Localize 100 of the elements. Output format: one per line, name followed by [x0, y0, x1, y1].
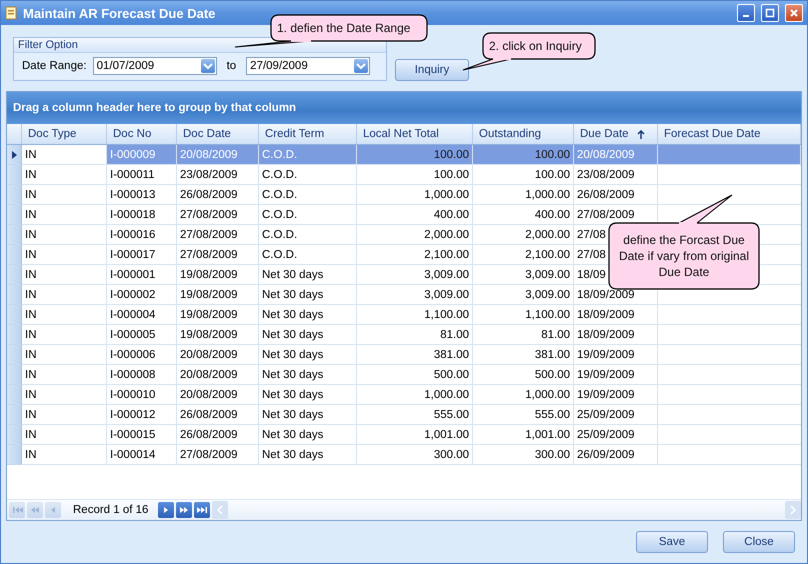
table-cell: 1,000.00 [357, 185, 473, 205]
scroll-right-button[interactable] [785, 501, 801, 519]
table-cell: 3,009.00 [357, 285, 473, 305]
table-cell: 19/08/2009 [177, 305, 259, 325]
table-cell: 1,001.00 [357, 425, 473, 445]
date-to-field[interactable]: 27/09/2009 [246, 57, 370, 75]
table-cell: 26/09/2009 [574, 445, 658, 465]
column-header[interactable]: Doc Date [177, 124, 259, 144]
table-cell: 2,100.00 [357, 245, 473, 265]
table-cell: I-000001 [107, 265, 177, 285]
date-from-field[interactable]: 01/07/2009 [92, 57, 217, 75]
minimize-icon [743, 15, 749, 17]
table-cell: 26/08/2009 [177, 425, 259, 445]
table-cell: 18/09/2009 [574, 325, 658, 345]
table-cell: I-000018 [107, 205, 177, 225]
next-record-button[interactable] [158, 502, 174, 518]
last-arrow-icon [196, 504, 208, 516]
save-button[interactable]: Save [636, 531, 708, 553]
column-header[interactable]: Doc No [107, 124, 177, 144]
table-cell: 81.00 [473, 325, 574, 345]
table-cell: IN [22, 385, 107, 405]
table-cell: 1,000.00 [473, 385, 574, 405]
table-cell: 300.00 [357, 445, 473, 465]
maximize-button[interactable] [761, 4, 779, 22]
table-cell: I-000009 [107, 145, 177, 165]
close-icon [789, 8, 799, 18]
group-by-hint: Drag a column header here to group by that column [13, 102, 296, 114]
table-cell: 500.00 [357, 365, 473, 385]
table-cell: 500.00 [473, 365, 574, 385]
table-cell: I-000010 [107, 385, 177, 405]
table-cell: 26/08/2009 [177, 185, 259, 205]
table-cell: I-000015 [107, 425, 177, 445]
inquiry-button[interactable]: Inquiry [395, 59, 469, 81]
table-cell: 18/09/2009 [574, 305, 658, 325]
table-cell: IN [22, 325, 107, 345]
column-header[interactable]: Due Date [574, 124, 658, 144]
table-cell: I-000011 [107, 165, 177, 185]
table-cell: IN [22, 205, 107, 225]
table-cell: C.O.D. [259, 165, 357, 185]
group-title: Filter Option [14, 38, 386, 53]
table-cell: I-000002 [107, 285, 177, 305]
table-cell: C.O.D. [259, 205, 357, 225]
table-cell: C.O.D. [259, 185, 357, 205]
table-cell: Net 30 days [259, 365, 357, 385]
maximize-icon [765, 8, 775, 18]
table-cell: I-000013 [107, 185, 177, 205]
table-cell: 100.00 [473, 145, 574, 165]
table-cell: 2,000.00 [473, 225, 574, 245]
table-cell: IN [22, 365, 107, 385]
date-range-label: Date Range: [22, 60, 87, 72]
table-cell: 3,009.00 [473, 285, 574, 305]
to-label: to [226, 60, 238, 72]
table-cell: I-000016 [107, 225, 177, 245]
table-cell: 555.00 [473, 405, 574, 425]
dropdown-icon[interactable] [200, 59, 215, 73]
table-cell: IN [22, 405, 107, 425]
table-cell: 19/08/2009 [177, 325, 259, 345]
table-cell: 19/09/2009 [574, 345, 658, 365]
dropdown-icon[interactable] [354, 59, 368, 73]
table-cell: 20/08/2009 [177, 145, 259, 165]
current-row-icon [12, 150, 16, 158]
column-header[interactable]: Outstanding [473, 124, 574, 144]
table-cell: IN [22, 345, 107, 365]
callout-text: 1. defien the Date Range [277, 20, 410, 36]
table-cell: Net 30 days [259, 385, 357, 405]
table-cell: 400.00 [357, 205, 473, 225]
table-cell: 400.00 [473, 205, 574, 225]
table-cell: 1,001.00 [473, 425, 574, 445]
column-header[interactable]: Doc Type [22, 124, 107, 144]
table-cell: Net 30 days [259, 305, 357, 325]
table-cell: C.O.D. [259, 245, 357, 265]
column-header[interactable]: Credit Term [259, 124, 357, 144]
minimize-button[interactable] [737, 4, 755, 22]
table-cell: IN [22, 445, 107, 465]
table-cell: I-000017 [107, 245, 177, 265]
table-cell: 81.00 [357, 325, 473, 345]
table-cell: 23/08/2009 [177, 165, 259, 185]
row-selector[interactable] [7, 145, 22, 165]
next-page-button[interactable] [176, 502, 192, 518]
table-cell: IN [22, 425, 107, 445]
chevron-right-icon [790, 505, 796, 515]
table-cell: Net 30 days [259, 285, 357, 305]
table-cell: I-000012 [107, 405, 177, 425]
table-cell: 2,100.00 [473, 245, 574, 265]
table-cell: Net 30 days [259, 345, 357, 365]
window-close-button[interactable] [785, 4, 803, 22]
table-cell: 27/08/2009 [177, 245, 259, 265]
column-header[interactable]: Local Net Total [357, 124, 473, 144]
table-cell: IN [22, 185, 107, 205]
column-header[interactable]: Forecast Due Date [658, 124, 801, 144]
table-cell: Net 30 days [259, 265, 357, 285]
last-record-button[interactable] [194, 502, 210, 518]
table-cell: IN [22, 245, 107, 265]
table-cell: 3,009.00 [357, 265, 473, 285]
window-title: Maintain AR Forecast Due Date [23, 6, 216, 20]
table-cell: 381.00 [473, 345, 574, 365]
table-cell: 25/09/2009 [574, 425, 658, 445]
table-cell: 27/08/2009 [177, 205, 259, 225]
close-button[interactable]: Close [723, 531, 795, 553]
table-cell: 20/08/2009 [177, 385, 259, 405]
